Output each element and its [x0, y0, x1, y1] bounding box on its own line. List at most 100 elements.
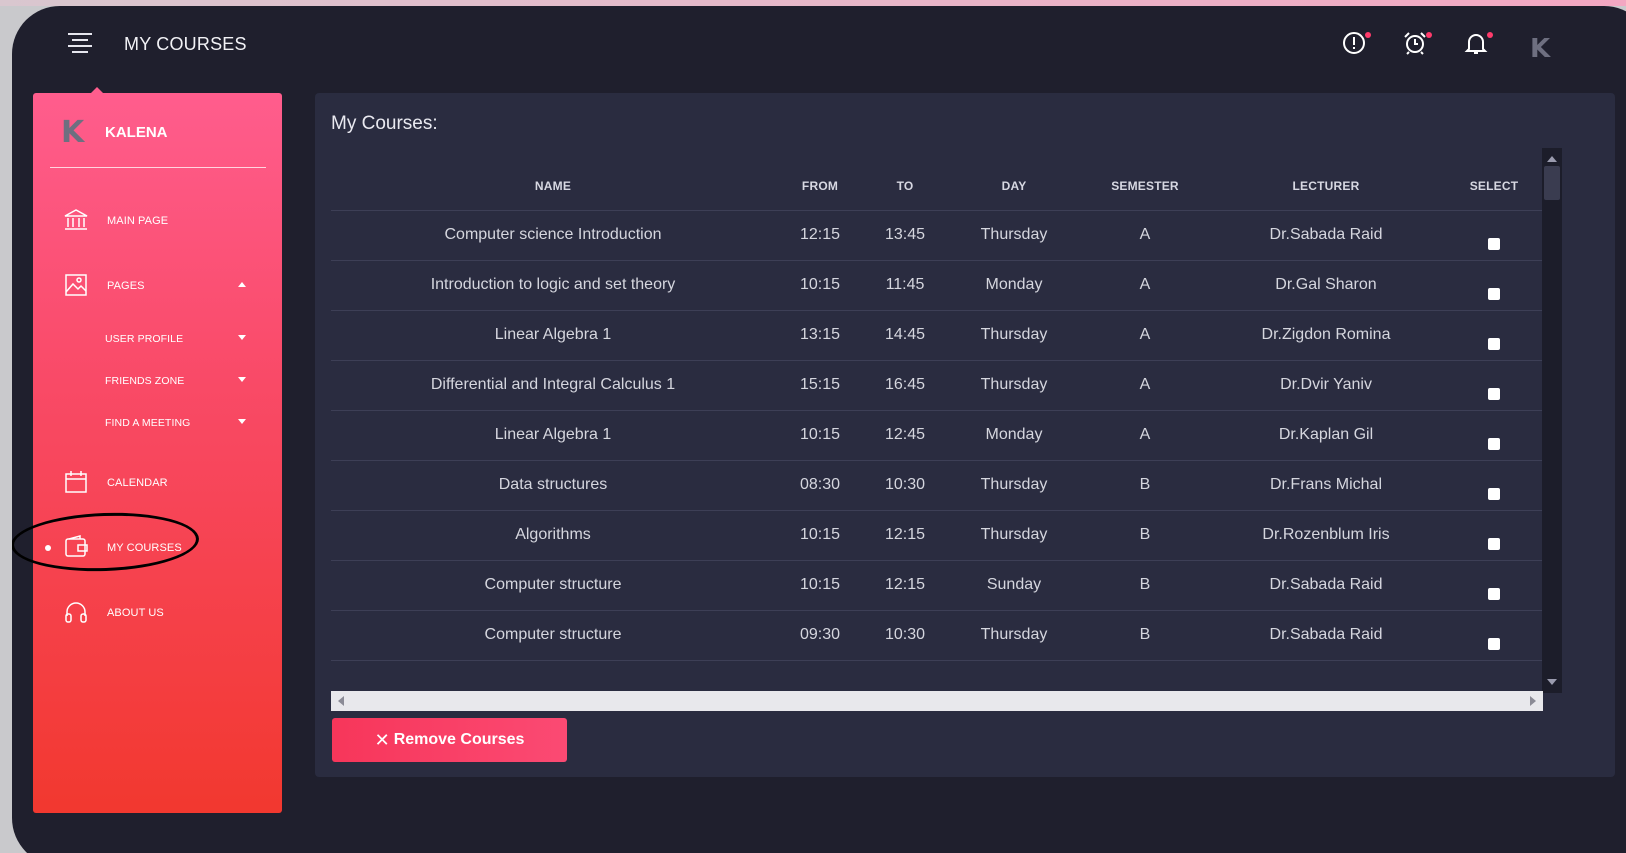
- cell-lecturer: Dr.Sabada Raid: [1207, 610, 1445, 661]
- scroll-right-icon[interactable]: [1530, 696, 1536, 706]
- headphones-icon: [65, 602, 87, 623]
- table-row: Linear Algebra 1 13:15 14:45 Thursday A …: [331, 310, 1543, 361]
- select-checkbox[interactable]: [1488, 337, 1500, 350]
- column-header-semester[interactable]: SEMESTER: [1083, 163, 1207, 211]
- cell-day: Thursday: [945, 210, 1083, 261]
- vertical-scrollbar[interactable]: [1542, 148, 1562, 693]
- select-checkbox[interactable]: [1488, 387, 1500, 400]
- cell-to: 13:45: [865, 210, 945, 261]
- column-header-to[interactable]: TO: [865, 163, 945, 211]
- sidebar-item-label: MAIN PAGE: [107, 215, 169, 227]
- brand[interactable]: K KALENA: [61, 115, 168, 150]
- sidebar: K KALENA MAIN PAGE PAGES USER PROFILE FR…: [12, 87, 282, 813]
- cell-select: [1445, 460, 1543, 511]
- cell-semester: A: [1083, 360, 1207, 411]
- table-row: Differential and Integral Calculus 1 15:…: [331, 360, 1543, 411]
- cell-semester: A: [1083, 410, 1207, 461]
- cell-from: 09:30: [775, 610, 865, 661]
- sidebar-notch: [91, 87, 103, 93]
- select-checkbox[interactable]: [1488, 637, 1500, 650]
- table-row: Algorithms 10:15 12:15 Thursday B Dr.Roz…: [331, 510, 1543, 561]
- cell-semester: B: [1083, 560, 1207, 611]
- cell-to: 12:15: [865, 510, 945, 561]
- column-header-from[interactable]: FROM: [775, 163, 865, 211]
- cell-from: 12:15: [775, 210, 865, 261]
- select-checkbox[interactable]: [1488, 537, 1500, 550]
- column-header-lecturer[interactable]: LECTURER: [1207, 163, 1445, 211]
- column-header-day[interactable]: DAY: [945, 163, 1083, 211]
- cell-name: Data structures: [331, 460, 775, 511]
- courses-panel: My Courses: NAME FROM TO DAY SEMESTER LE…: [315, 93, 1615, 777]
- cell-lecturer: Dr.Dvir Yaniv: [1207, 360, 1445, 411]
- cell-select: [1445, 310, 1543, 361]
- menu-toggle-icon[interactable]: [68, 33, 92, 53]
- cell-semester: A: [1083, 260, 1207, 311]
- cell-name: Linear Algebra 1: [331, 310, 775, 361]
- table-row: Computer structure 09:30 10:30 Thursday …: [331, 610, 1543, 661]
- sidebar-item-label: MY COURSES: [107, 542, 182, 554]
- column-header-select[interactable]: SELECT: [1445, 163, 1543, 211]
- app-frame: MY COURSES K K KALENA MAIN PAGE PAGES US…: [12, 6, 1626, 853]
- sidebar-item-user-profile[interactable]: USER PROFILE: [33, 319, 282, 359]
- select-checkbox[interactable]: [1488, 437, 1500, 450]
- sidebar-item-friends-zone[interactable]: FRIENDS ZONE: [33, 361, 282, 401]
- cell-to: 14:45: [865, 310, 945, 361]
- cell-select: [1445, 260, 1543, 311]
- cell-lecturer: Dr.Sabada Raid: [1207, 210, 1445, 261]
- cell-day: Thursday: [945, 510, 1083, 561]
- scroll-thumb[interactable]: [1544, 166, 1560, 200]
- chevron-down-icon: [238, 335, 246, 340]
- cell-to: 12:45: [865, 410, 945, 461]
- sidebar-item-find-a-meeting[interactable]: FIND A MEETING: [33, 403, 282, 443]
- table-row: Data structures 08:30 10:30 Thursday B D…: [331, 460, 1543, 511]
- alert-icon[interactable]: [1341, 30, 1371, 58]
- horizontal-scrollbar[interactable]: [331, 691, 1543, 711]
- cell-semester: B: [1083, 460, 1207, 511]
- divider: [50, 167, 266, 168]
- sidebar-item-main-page[interactable]: MAIN PAGE: [33, 201, 282, 241]
- bell-icon[interactable]: [1463, 30, 1493, 58]
- cell-select: [1445, 560, 1543, 611]
- remove-courses-button[interactable]: ✕ Remove Courses: [332, 718, 567, 762]
- cell-name: Computer structure: [331, 560, 775, 611]
- cell-lecturer: Dr.Rozenblum Iris: [1207, 510, 1445, 561]
- select-checkbox[interactable]: [1488, 237, 1500, 250]
- sidebar-item-my-courses[interactable]: MY COURSES: [33, 528, 282, 568]
- cell-semester: B: [1083, 510, 1207, 561]
- cell-to: 16:45: [865, 360, 945, 411]
- avatar[interactable]: K: [1530, 34, 1550, 64]
- scroll-up-icon[interactable]: [1547, 156, 1557, 162]
- select-checkbox[interactable]: [1488, 487, 1500, 500]
- cell-from: 10:15: [775, 410, 865, 461]
- cell-semester: A: [1083, 210, 1207, 261]
- sidebar-item-pages[interactable]: PAGES: [33, 266, 282, 306]
- cell-from: 13:15: [775, 310, 865, 361]
- sidebar-item-label: CALENDAR: [107, 477, 168, 489]
- cell-day: Thursday: [945, 460, 1083, 511]
- sidebar-item-label: USER PROFILE: [105, 333, 184, 345]
- cell-semester: A: [1083, 310, 1207, 361]
- chevron-down-icon: [238, 377, 246, 382]
- cell-select: [1445, 410, 1543, 461]
- select-checkbox[interactable]: [1488, 587, 1500, 600]
- scroll-left-icon[interactable]: [338, 696, 344, 706]
- cell-to: 11:45: [865, 260, 945, 311]
- scroll-down-icon[interactable]: [1547, 679, 1557, 685]
- column-header-name[interactable]: NAME: [331, 163, 775, 211]
- chevron-up-icon: [238, 282, 246, 287]
- calendar-icon: [65, 471, 87, 493]
- cell-semester: B: [1083, 610, 1207, 661]
- cell-from: 10:15: [775, 510, 865, 561]
- chevron-down-icon: [238, 419, 246, 424]
- panel-title: My Courses:: [331, 113, 438, 134]
- page-title: MY COURSES: [124, 34, 247, 54]
- sidebar-item-label: FIND A MEETING: [105, 417, 191, 429]
- sidebar-item-label: ABOUT US: [107, 607, 164, 619]
- cell-name: Computer science Introduction: [331, 210, 775, 261]
- sidebar-item-calendar[interactable]: CALENDAR: [33, 463, 282, 503]
- brand-name: KALENA: [105, 124, 168, 141]
- cell-select: [1445, 360, 1543, 411]
- select-checkbox[interactable]: [1488, 287, 1500, 300]
- sidebar-item-about-us[interactable]: ABOUT US: [33, 593, 282, 633]
- alarm-clock-icon[interactable]: [1402, 30, 1432, 58]
